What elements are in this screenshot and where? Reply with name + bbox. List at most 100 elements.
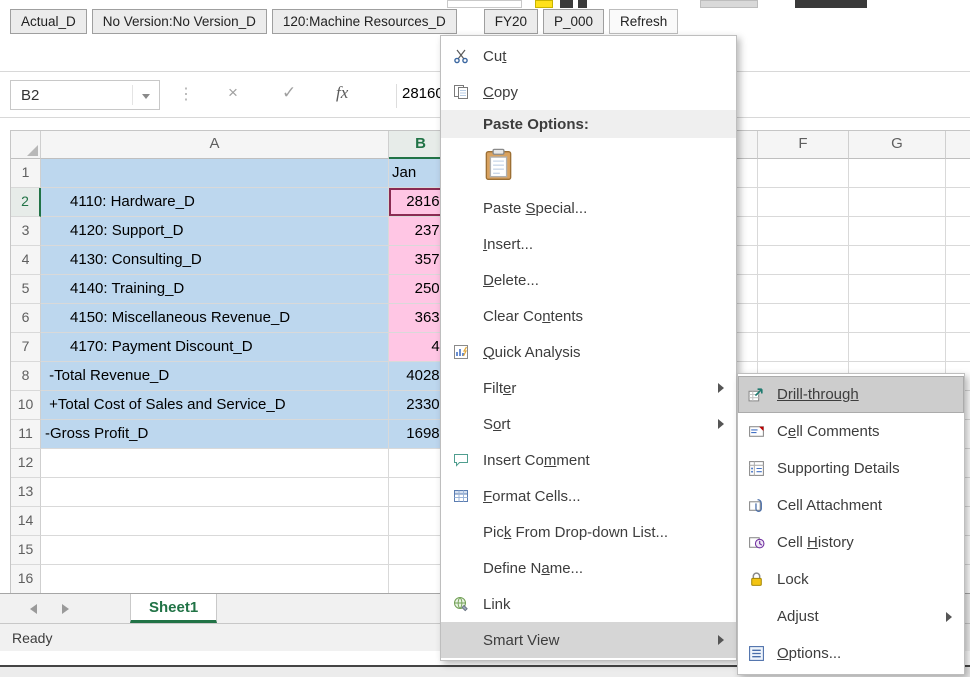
row-header-11[interactable]: 11 [11,420,41,449]
grid-cell[interactable] [946,217,970,246]
grid-cell[interactable] [758,246,849,275]
pov-button-fy20[interactable]: FY20 [484,9,538,34]
column-header[interactable] [946,131,970,159]
context-menu-item-define-name[interactable]: Define Name... [441,550,736,586]
smartview-item-options[interactable]: Options... [738,635,964,672]
cell-a2[interactable]: 4110: Hardware_D [41,188,389,217]
cell-a8[interactable]: -Total Revenue_D [41,362,389,391]
row-header-2[interactable]: 2 [11,188,41,217]
column-header-g[interactable]: G [849,131,946,159]
column-header-f[interactable]: F [758,131,849,159]
cell-a14[interactable] [41,507,389,536]
cell-a13[interactable] [41,478,389,507]
pov-button-refresh[interactable]: Refresh [609,9,678,34]
grid-cell[interactable] [946,159,970,188]
context-menu-item-paste-button[interactable] [441,138,736,190]
row-header-16[interactable]: 16 [11,565,41,594]
cell-a1[interactable] [41,159,389,188]
row-header-8[interactable]: 8 [11,362,41,391]
row-header-3[interactable]: 3 [11,217,41,246]
context-menu-item-format-cells[interactable]: Format Cells... [441,478,736,514]
grid-cell[interactable] [849,246,946,275]
enter-icon[interactable]: ✓ [282,83,296,103]
grid-cell[interactable] [946,304,970,333]
cell-a4[interactable]: 4130: Consulting_D [41,246,389,275]
context-menu-item-quick-analysis[interactable]: Quick Analysis [441,334,736,370]
grid-cell[interactable] [946,188,970,217]
pov-button-p-000[interactable]: P_000 [543,9,604,34]
row-header-6[interactable]: 6 [11,304,41,333]
context-menu-item-filter[interactable]: Filter [441,370,736,406]
context-menu-item-sort[interactable]: Sort [441,406,736,442]
context-menu-item-delete[interactable]: Delete... [441,262,736,298]
context-menu-item-pick-from-drop-down-list[interactable]: Pick From Drop-down List... [441,514,736,550]
pov-button-120-machine-resources-d[interactable]: 120:Machine Resources_D [272,9,457,34]
context-menu-item-cut[interactable]: Cut [441,38,736,74]
sheet-tab-sheet1[interactable]: Sheet1 [130,594,217,623]
select-all-corner[interactable] [11,131,41,159]
cell-a11[interactable]: -Gross Profit_D [41,420,389,449]
context-menu-item-insert[interactable]: Insert... [441,226,736,262]
grid-cell[interactable] [946,246,970,275]
context-menu-item-smart-view[interactable]: Smart View [441,622,736,658]
grid-cell[interactable] [849,159,946,188]
grid-cell[interactable] [849,217,946,246]
context-menu-item-link[interactable]: Link [441,586,736,622]
smartview-item-drill-through[interactable]: Drill-through [738,376,964,413]
grid-cell[interactable] [758,217,849,246]
grid-cell[interactable] [758,275,849,304]
cell-a3[interactable]: 4120: Support_D [41,217,389,246]
row-header-14[interactable]: 14 [11,507,41,536]
formula-input[interactable]: 28160 [402,85,444,102]
column-header-a[interactable]: A [41,131,389,159]
smartview-item-lock[interactable]: Lock [738,561,964,598]
row-header-4[interactable]: 4 [11,246,41,275]
grid-cell[interactable] [758,304,849,333]
row-header-7[interactable]: 7 [11,333,41,362]
cell-a6[interactable]: 4150: Miscellaneous Revenue_D [41,304,389,333]
row-header-1[interactable]: 1 [11,159,41,188]
menu-item-label: Copy [483,84,518,101]
cell-a10[interactable]: +Total Cost of Sales and Service_D [41,391,389,420]
pov-button-no-version-no-version-d[interactable]: No Version:No Version_D [92,9,267,34]
cell-a15[interactable] [41,536,389,565]
context-menu-item-paste-special[interactable]: Paste Special... [441,190,736,226]
context-menu-item-copy[interactable]: Copy [441,74,736,110]
grid-cell[interactable] [849,333,946,362]
grid-cell[interactable] [946,275,970,304]
context-menu-item-paste-options[interactable]: Paste Options: [441,110,736,138]
grid-cell[interactable] [849,188,946,217]
insert-function-icon[interactable]: fx [336,83,348,103]
cell-a7[interactable]: 4170: Payment Discount_D [41,333,389,362]
row-header-13[interactable]: 13 [11,478,41,507]
cancel-icon[interactable]: × [228,83,238,103]
smartview-item-cell-attachment[interactable]: Cell Attachment [738,487,964,524]
paste-icon[interactable] [483,148,513,181]
grid-cell[interactable] [946,333,970,362]
cell-a5[interactable]: 4140: Training_D [41,275,389,304]
tab-scroll-left-icon[interactable] [30,604,37,614]
formula-bar-handle-icon[interactable]: ⋮ [178,84,194,104]
cell-a12[interactable] [41,449,389,478]
context-menu-item-clear-contents[interactable]: Clear Contents [441,298,736,334]
smartview-item-supporting-details[interactable]: Supporting Details [738,450,964,487]
row-header-12[interactable]: 12 [11,449,41,478]
menu-item-label: Delete... [483,272,539,289]
pov-button-actual-d[interactable]: Actual_D [10,9,87,34]
tab-scroll-right-icon[interactable] [62,604,69,614]
name-box[interactable]: B2 [10,80,160,110]
context-menu-item-insert-comment[interactable]: Insert Comment [441,442,736,478]
grid-cell[interactable] [758,333,849,362]
row-header-10[interactable]: 10 [11,391,41,420]
smartview-item-cell-comments[interactable]: Cell Comments [738,413,964,450]
grid-cell[interactable] [849,275,946,304]
cell-a16[interactable] [41,565,389,594]
name-box-dropdown-icon[interactable] [142,94,150,99]
grid-cell[interactable] [758,188,849,217]
grid-cell[interactable] [758,159,849,188]
row-header-5[interactable]: 5 [11,275,41,304]
row-header-15[interactable]: 15 [11,536,41,565]
smartview-item-cell-history[interactable]: Cell History [738,524,964,561]
grid-cell[interactable] [849,304,946,333]
smartview-item-adjust[interactable]: Adjust [738,598,964,635]
